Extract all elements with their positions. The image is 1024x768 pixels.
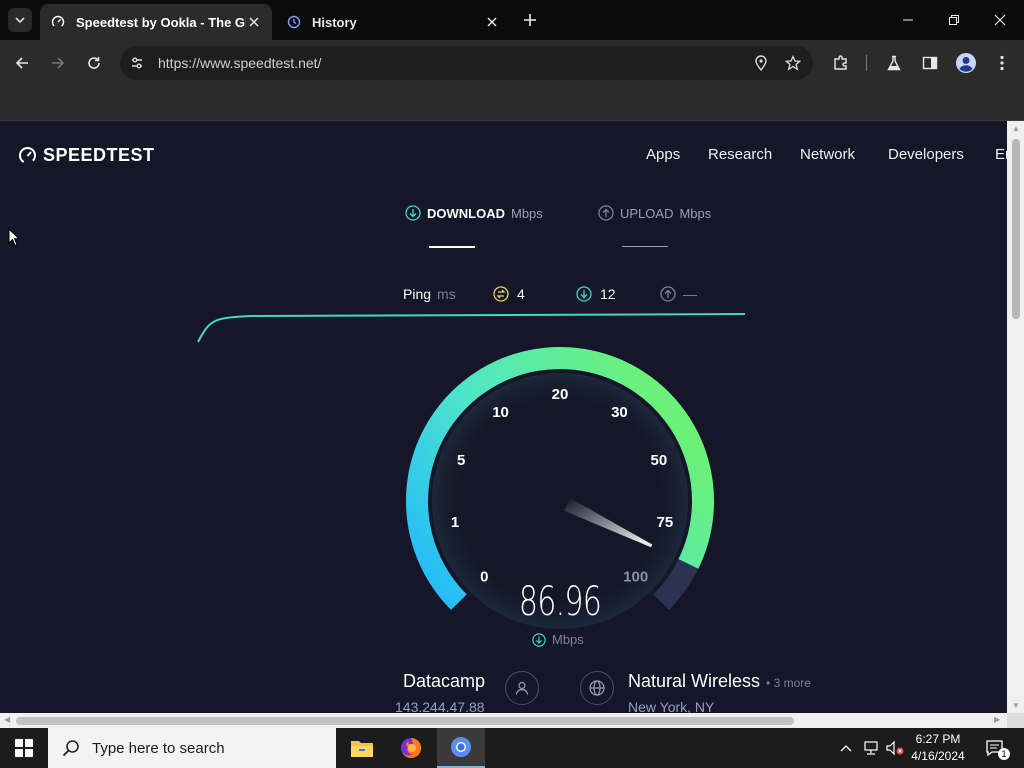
start-button[interactable] (0, 728, 48, 768)
close-icon[interactable] (246, 14, 262, 30)
reload-icon (88, 57, 100, 69)
server-name-group[interactable]: Natural Wireless • 3 more (628, 671, 811, 692)
download-arrow-icon (532, 632, 546, 647)
speedtest-favicon-icon (50, 14, 66, 30)
clock-date: 4/16/2024 (911, 749, 965, 763)
tab-history[interactable]: History (276, 4, 510, 40)
address-bar[interactable]: https://www.speedtest.net/ (120, 46, 813, 80)
scroll-down-icon[interactable]: ▼ (1012, 701, 1020, 710)
chevron-up-icon (840, 745, 852, 752)
minimize-icon (903, 19, 913, 21)
puzzle-icon (834, 55, 847, 70)
speed-value: 86.96 (518, 579, 602, 625)
speedtest-page: SPEEDTEST Apps Research Network Develope… (0, 121, 1007, 713)
side-panel-button[interactable] (918, 51, 942, 75)
profile-button[interactable] (954, 51, 978, 75)
restore-icon (949, 15, 959, 25)
scroll-right-icon[interactable]: ▶ (994, 715, 1000, 724)
gauge-tick-label: 75 (657, 514, 674, 531)
bookmarks-bar (0, 86, 1024, 121)
firefox-button[interactable] (387, 728, 435, 768)
gauge-tick-label: 50 (651, 452, 668, 469)
show-hidden-icons-button[interactable] (836, 728, 856, 768)
gauge-tick-label: 5 (457, 452, 465, 469)
location-icon[interactable] (749, 51, 773, 75)
speed-graph-line (197, 313, 746, 343)
server-location: New York, NY (628, 699, 715, 713)
tab-title: History (312, 14, 357, 30)
gauge-tick-label: 100 (623, 569, 648, 586)
restore-button[interactable] (942, 8, 966, 32)
close-icon[interactable] (484, 14, 500, 30)
firefox-icon (401, 737, 422, 758)
tab-title: Speedtest by Ookla - The Glob (76, 14, 246, 30)
labs-button[interactable] (882, 51, 906, 75)
search-icon (62, 740, 79, 757)
toolbar-divider (866, 55, 867, 71)
plus-icon (524, 14, 536, 26)
network-tray-button[interactable] (860, 728, 882, 768)
history-icon (286, 14, 302, 30)
clock-time: 6:27 PM (915, 732, 961, 746)
arrow-right-icon (52, 57, 65, 69)
back-button[interactable] (10, 51, 34, 75)
speed-unit-label: Mbps (532, 632, 584, 647)
bookmark-star-icon[interactable] (781, 51, 805, 75)
notification-center-button[interactable]: 1 (980, 728, 1010, 768)
isp-ip: 143.244.47.88 (395, 699, 485, 713)
taskbar-search-box[interactable]: Type here to search (48, 728, 336, 768)
vertical-scrollbar[interactable]: ▲ ▼ (1007, 121, 1024, 713)
avatar-icon (956, 53, 976, 73)
close-icon (994, 14, 1006, 26)
chevron-down-icon (15, 17, 25, 24)
close-window-button[interactable] (988, 8, 1012, 32)
network-icon (864, 741, 878, 755)
isp-user-icon (505, 671, 539, 705)
menu-button[interactable] (990, 51, 1014, 75)
windows-logo-icon (15, 739, 33, 757)
browser-toolbar: https://www.speedtest.net/ (0, 40, 1024, 86)
new-tab-button[interactable] (520, 10, 540, 30)
file-explorer-button[interactable] (338, 728, 386, 768)
tab-speedtest[interactable]: Speedtest by Ookla - The Glob (40, 4, 272, 40)
search-placeholder: Type here to search (92, 739, 225, 757)
gauge-tick-label: 0 (480, 569, 488, 586)
server-name: Natural Wireless (628, 671, 761, 691)
horizontal-scrollbar[interactable]: ◀ ▶ (0, 713, 1007, 728)
mouse-cursor-icon (8, 228, 20, 247)
site-info-icon[interactable] (124, 50, 150, 76)
vertical-scroll-thumb[interactable] (1012, 139, 1020, 319)
tab-search-button[interactable] (8, 8, 32, 32)
server-globe-icon (580, 671, 614, 705)
speed-unit: Mbps (552, 632, 584, 647)
extensions-button[interactable] (829, 51, 853, 75)
chrome-button[interactable] (437, 728, 485, 768)
notification-count-badge: 1 (998, 748, 1010, 760)
gauge-tick-label: 20 (552, 386, 569, 403)
scroll-up-icon[interactable]: ▲ (1012, 124, 1020, 133)
isp-name: Datacamp (403, 671, 486, 691)
gauge-tick-label: 10 (492, 404, 509, 421)
browser-tab-bar: Speedtest by Ookla - The Glob History (0, 0, 1024, 40)
minimize-button[interactable] (896, 8, 920, 32)
server-more-link[interactable]: • 3 more (766, 676, 811, 690)
gauge-tick-label: 1 (451, 514, 459, 531)
scrollbar-corner (1007, 713, 1024, 728)
folder-icon (351, 741, 373, 757)
speed-gauge: 0 1 5 10 20 30 50 75 100 (406, 347, 714, 629)
more-vertical-icon (1000, 55, 1004, 71)
reload-button[interactable] (82, 51, 106, 75)
chrome-icon (451, 737, 471, 757)
forward-button[interactable] (46, 51, 70, 75)
gauge-tick-label: 30 (611, 404, 628, 421)
taskbar-clock[interactable]: 6:27 PM 4/16/2024 (900, 731, 976, 765)
side-panel-icon (922, 56, 938, 70)
scroll-left-icon[interactable]: ◀ (4, 715, 10, 724)
url-text: https://www.speedtest.net/ (158, 55, 322, 71)
horizontal-scroll-thumb[interactable] (16, 717, 794, 725)
arrow-left-icon (15, 57, 28, 69)
flask-icon (887, 55, 901, 71)
windows-taskbar: Type here to search 6:27 PM 4/16/2024 1 (0, 728, 1024, 768)
